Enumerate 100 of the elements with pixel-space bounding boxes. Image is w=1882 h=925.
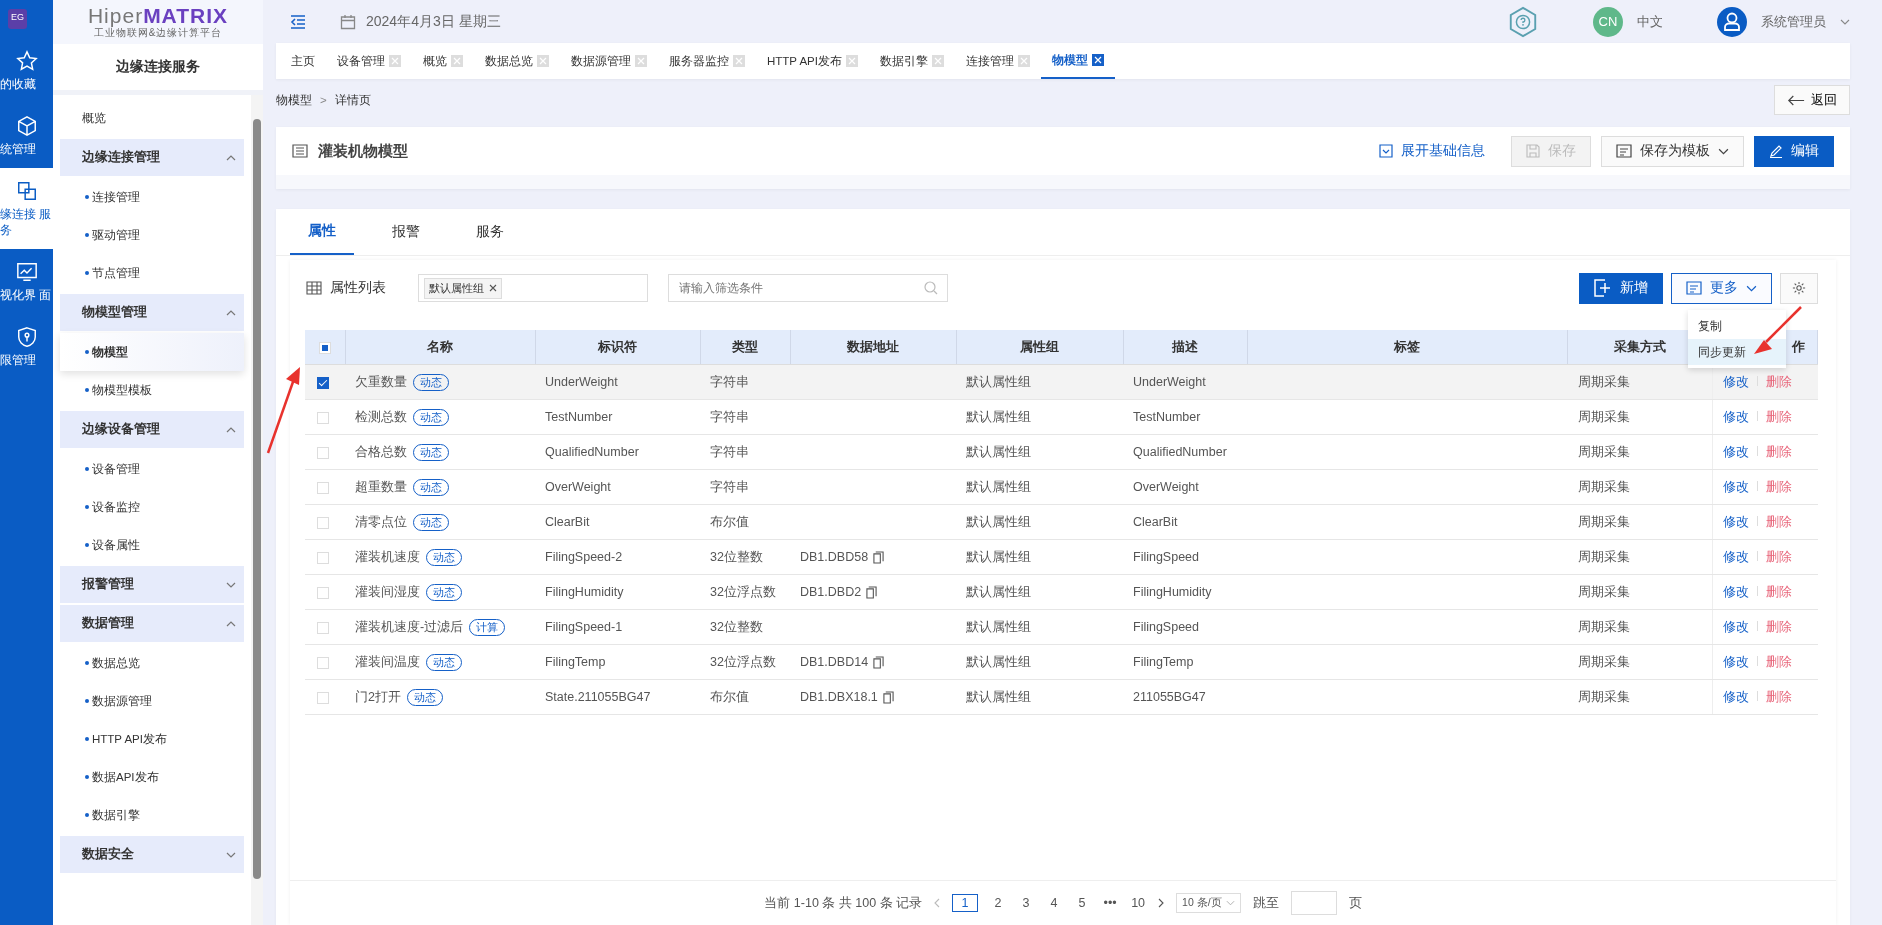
table-cell: 默认属性组 xyxy=(966,374,1031,389)
detail-tab[interactable]: 报警 xyxy=(374,209,438,255)
page-tab[interactable]: 连接管理 xyxy=(954,43,1041,79)
breadcrumb-item[interactable]: 详情页 xyxy=(334,92,371,108)
page-tab[interactable]: 数据源管理 xyxy=(560,43,658,79)
page-tab[interactable]: 主页 xyxy=(280,43,326,79)
search-field[interactable]: 请输入筛选条件 xyxy=(668,274,948,302)
detail-tab[interactable]: 属性 xyxy=(290,209,354,255)
edit-link[interactable]: 修改 xyxy=(1723,514,1749,529)
sidebar-group[interactable]: 数据管理 xyxy=(60,605,244,642)
menu-icon[interactable] xyxy=(290,14,306,29)
page-button[interactable]: 10 xyxy=(1130,896,1147,910)
row-checkbox[interactable] xyxy=(317,376,329,389)
page-tab[interactable]: 设备管理 xyxy=(326,43,412,79)
sidebar-group[interactable]: 数据安全 xyxy=(60,836,244,873)
sidebar-item[interactable]: 驱动管理 xyxy=(60,216,244,254)
sidebar-item[interactable]: 设备属性 xyxy=(60,526,244,564)
sidebar-item[interactable]: 数据源管理 xyxy=(60,682,244,720)
page-button[interactable]: 3 xyxy=(1018,896,1035,910)
prev-page-icon[interactable] xyxy=(934,898,941,908)
close-icon[interactable] xyxy=(1091,54,1104,66)
back-button[interactable]: 返回 xyxy=(1774,85,1850,115)
table-cell: FilingTemp xyxy=(1133,655,1194,669)
page-tab[interactable]: 数据总览 xyxy=(474,43,560,79)
sidebar-item[interactable]: 连接管理 xyxy=(60,178,244,216)
copy-icon[interactable] xyxy=(873,656,885,670)
help-icon[interactable] xyxy=(1507,5,1539,38)
table-cell: 布尔值 xyxy=(710,689,749,704)
edit-link[interactable]: 修改 xyxy=(1723,374,1749,389)
sidebar-group[interactable]: 物模型管理 xyxy=(60,294,244,331)
table-cell: 超重数量 xyxy=(355,479,407,494)
menu-item[interactable]: 复制 xyxy=(1688,313,1786,339)
breadcrumb-separator: > xyxy=(320,94,327,106)
edit-link[interactable]: 修改 xyxy=(1723,654,1749,669)
user-avatar-icon[interactable] xyxy=(1717,6,1747,37)
edit-link[interactable]: 修改 xyxy=(1723,549,1749,564)
scrollbar[interactable] xyxy=(251,95,263,925)
page-tab[interactable]: HTTP API发布 xyxy=(756,43,869,79)
sidebar-item[interactable]: 节点管理 xyxy=(60,254,244,292)
rail-item[interactable]: 限管理 xyxy=(0,314,53,379)
page-size-select[interactable]: 10 条/页 xyxy=(1176,893,1241,913)
group-select[interactable]: 默认属性组 xyxy=(418,274,648,302)
sidebar-item[interactable]: 物模型 xyxy=(60,333,244,371)
user-name[interactable]: 系统管理员 xyxy=(1761,12,1826,31)
page-button[interactable]: 1 xyxy=(952,894,979,912)
sidebar-group[interactable]: 报警管理 xyxy=(60,566,244,603)
sidebar-item[interactable]: 设备监控 xyxy=(60,488,244,526)
edit-link[interactable]: 修改 xyxy=(1723,479,1749,494)
sidebar-title: 边缘连接服务 xyxy=(53,44,263,95)
add-button[interactable]: 新增 xyxy=(1579,272,1663,304)
caret-icon[interactable] xyxy=(1840,18,1850,25)
copy-icon[interactable] xyxy=(882,691,894,705)
sidebar-item[interactable]: HTTP API发布 xyxy=(60,720,244,758)
sidebar-group[interactable]: 边缘设备管理 xyxy=(60,411,244,448)
sidebar-item[interactable]: 设备管理 xyxy=(60,450,244,488)
page-tab[interactable]: 物模型 xyxy=(1040,43,1115,79)
table-cell: FilingSpeed xyxy=(1133,550,1199,564)
page-tab[interactable]: 数据引擎 xyxy=(868,43,955,79)
table-cell: 灌装间温度 xyxy=(355,654,420,669)
page-button[interactable]: 4 xyxy=(1046,896,1063,910)
sidebar-item[interactable]: 数据API发布 xyxy=(60,758,244,796)
select-all-checkbox[interactable] xyxy=(318,342,331,355)
rail-item[interactable]: 视化界 面 xyxy=(0,249,53,314)
edit-link[interactable]: 修改 xyxy=(1723,584,1749,599)
table-cell: 32位整数 xyxy=(710,549,763,564)
edit-link[interactable]: 修改 xyxy=(1723,619,1749,634)
sidebar-item[interactable]: 数据引擎 xyxy=(60,796,244,834)
rail-item[interactable]: 缘连接 服务 xyxy=(0,167,53,250)
menu-item[interactable]: 同步更新 xyxy=(1688,339,1786,365)
edit-link[interactable]: 修改 xyxy=(1723,444,1749,459)
rail-item[interactable]: 统管理 xyxy=(0,102,53,168)
copy-icon[interactable] xyxy=(873,551,885,565)
page-tab[interactable]: 概览 xyxy=(412,43,474,79)
sidebar-group[interactable]: 边缘连接管理 xyxy=(60,139,244,176)
page-tab[interactable]: 服务器监控 xyxy=(658,43,756,79)
sidebar-item[interactable]: 物模型模板 xyxy=(60,371,244,409)
close-icon[interactable] xyxy=(489,284,497,292)
more-button[interactable]: 更多 xyxy=(1671,272,1772,304)
breadcrumb-item[interactable]: 物模型 xyxy=(276,92,312,108)
next-page-icon[interactable] xyxy=(1158,898,1165,908)
copy-icon[interactable] xyxy=(866,586,878,600)
detail-tab[interactable]: 服务 xyxy=(458,209,522,255)
rail-item[interactable]: 的收藏 xyxy=(0,38,53,103)
edit-button[interactable]: 编辑 xyxy=(1754,135,1834,167)
language-label[interactable]: 中文 xyxy=(1637,12,1663,31)
page-button[interactable]: ••• xyxy=(1102,896,1119,910)
page-button[interactable]: 2 xyxy=(990,896,1007,910)
shield-icon xyxy=(15,326,38,348)
expand-info-button[interactable]: 展开基础信息 xyxy=(1373,141,1491,161)
add-icon xyxy=(1594,279,1612,297)
search-icon[interactable] xyxy=(924,281,938,295)
sidebar-item[interactable]: 概览 xyxy=(60,99,244,137)
edit-link[interactable]: 修改 xyxy=(1723,689,1749,704)
page-button[interactable]: 5 xyxy=(1074,896,1091,910)
brand-subtitle: 工业物联网&边缘计算平台 xyxy=(93,26,223,40)
sidebar-item[interactable]: 数据总览 xyxy=(60,644,244,682)
edit-link[interactable]: 修改 xyxy=(1723,409,1749,424)
settings-button[interactable] xyxy=(1780,272,1818,304)
page-input[interactable] xyxy=(1290,891,1337,915)
save-as-template-button[interactable]: 保存为模板 xyxy=(1601,135,1744,167)
